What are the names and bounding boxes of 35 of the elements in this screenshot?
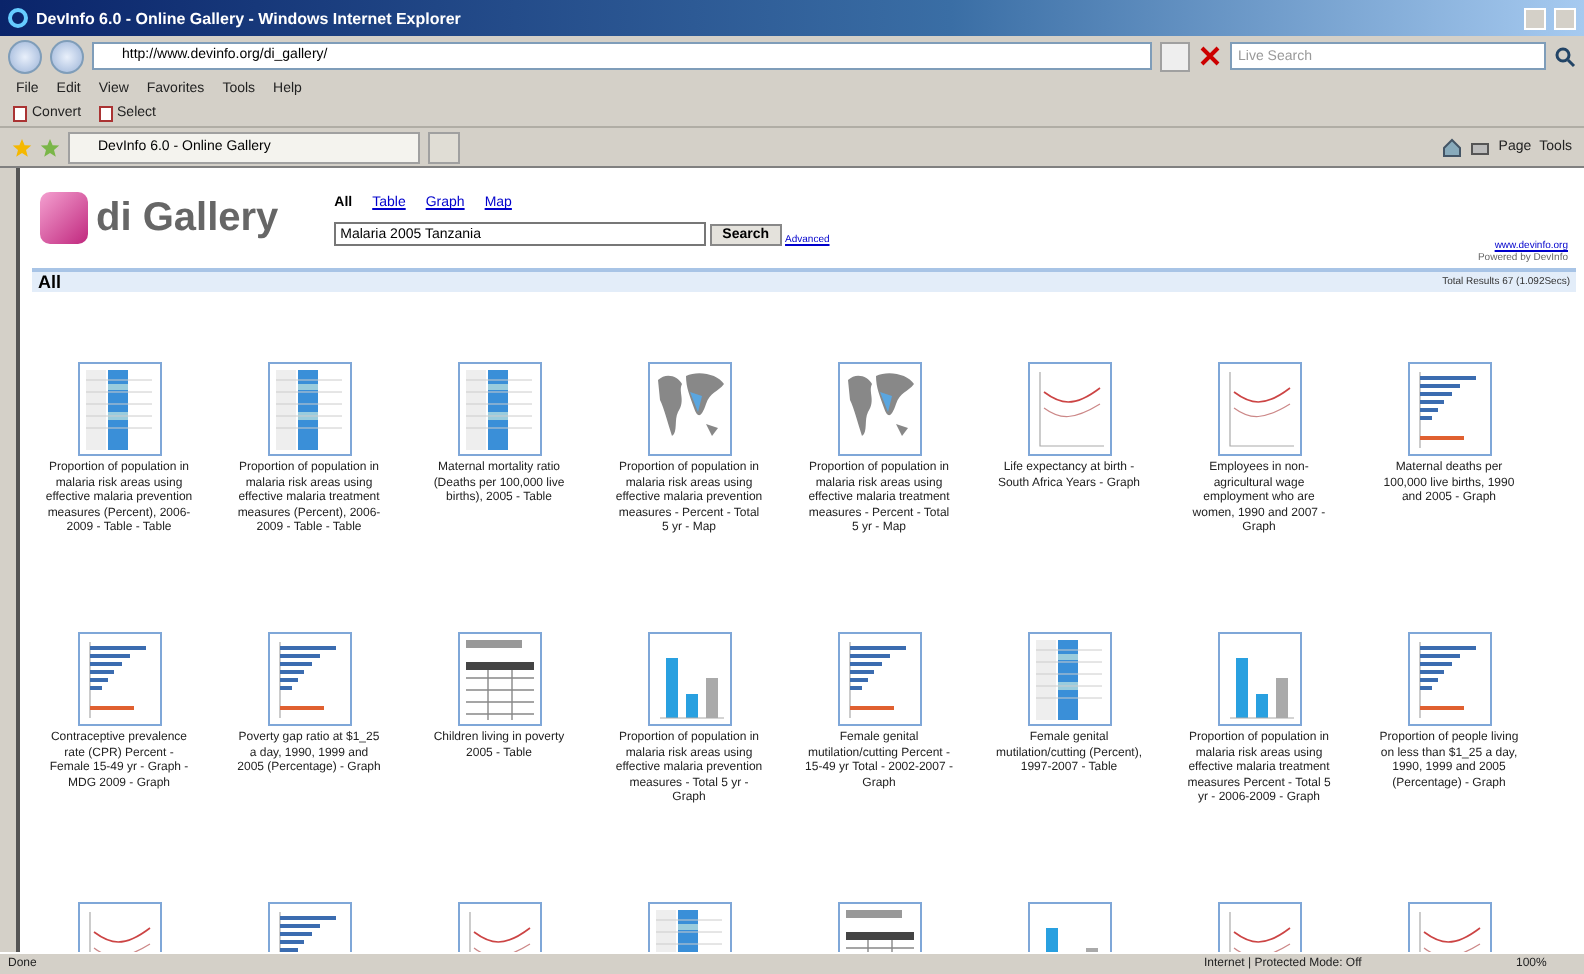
browser-icon [8,8,28,28]
new-tab-button[interactable] [428,131,460,163]
bar-chart-thumbnail [1407,362,1491,456]
bar-chart-thumbnail [267,632,351,726]
add-favorite-icon [40,137,60,157]
back-button[interactable] [8,39,42,73]
refresh-button[interactable] [1160,41,1190,71]
logo-icon [40,192,88,244]
minimize-button[interactable] [1524,7,1546,29]
close-icon [1198,44,1222,68]
section-title: All [38,272,62,292]
maximize-button[interactable] [1554,7,1576,29]
bar-chart-thumbnail [1407,632,1491,726]
bar-chart-thumbnail [837,632,921,726]
window-title: DevInfo 6.0 - Online Gallery - Windows Internet Explorer [36,9,461,27]
home-icon [1442,137,1463,157]
line-chart-thumbnail [1217,362,1301,456]
document-icon [12,105,28,121]
search-icon [1554,45,1576,67]
bar-chart-thumbnail [1217,632,1301,726]
map-thumbnail [647,362,731,456]
forward-button[interactable] [50,39,84,73]
map-thumbnail [837,362,921,456]
bar-chart-thumbnail [647,632,731,726]
line-chart-thumbnail [1027,362,1111,456]
bar-chart-thumbnail [77,632,161,726]
star-icon [12,137,32,157]
print-icon [1470,137,1491,157]
document-icon [97,105,114,121]
table-thumbnail [457,632,541,726]
table-thumbnail [457,362,541,456]
logo-text: di Gallery [96,195,279,241]
table-thumbnail [77,362,161,456]
table-thumbnail [1027,632,1111,726]
table-thumbnail [267,362,351,456]
